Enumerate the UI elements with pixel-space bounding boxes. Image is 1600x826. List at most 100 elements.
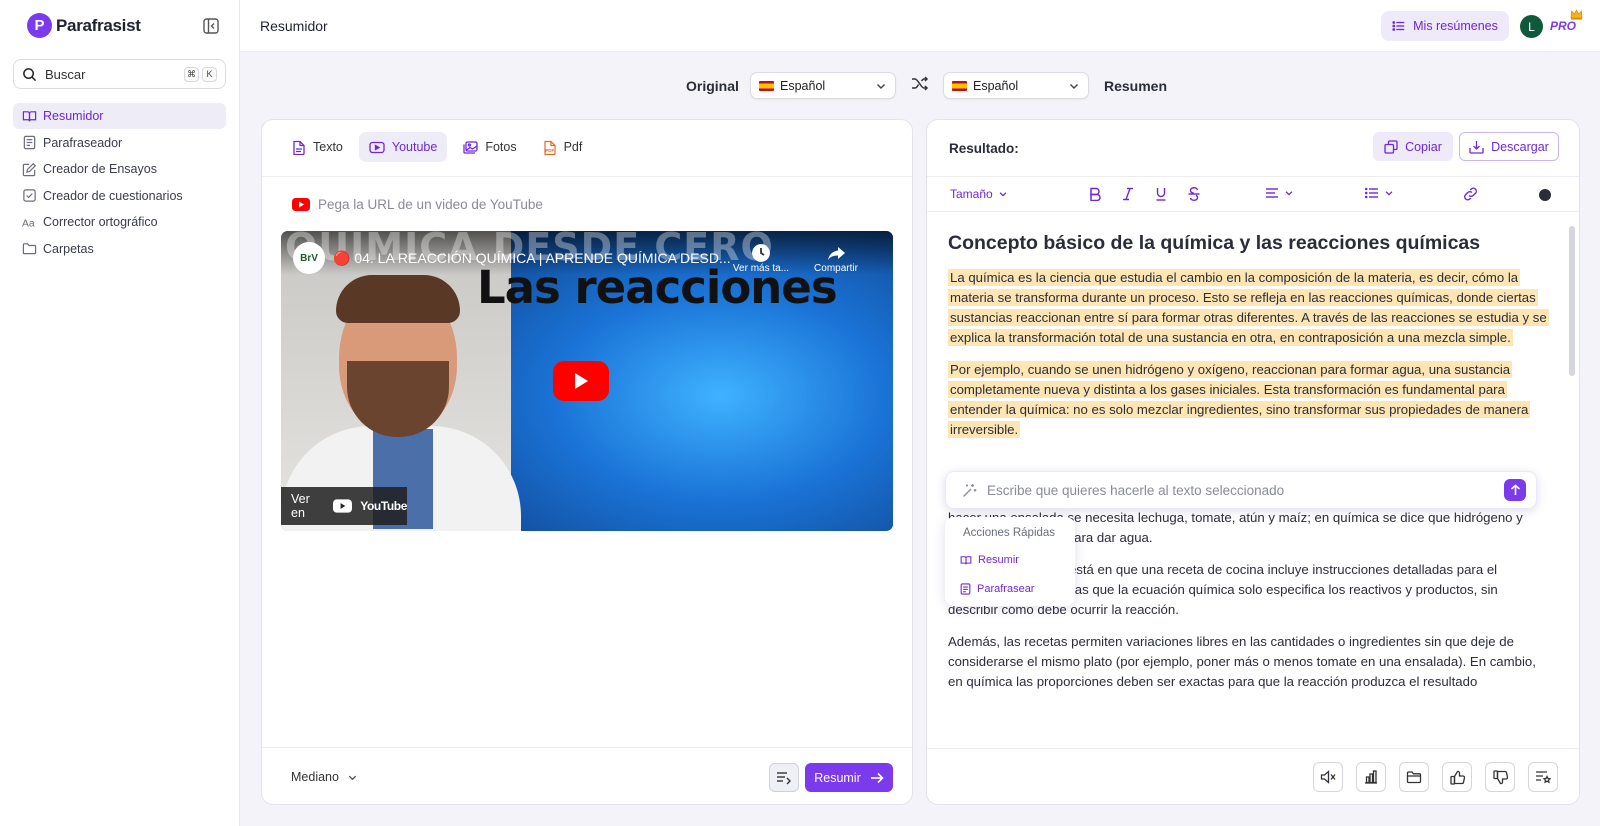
- italic-button[interactable]: [1122, 187, 1134, 201]
- watch-on-youtube-button[interactable]: Ver en YouTube: [281, 487, 407, 525]
- tab-label: Pdf: [563, 140, 583, 154]
- sidebar-item-label: Creador de cuestionarios: [43, 188, 183, 203]
- youtube-wordmark: YouTube: [360, 499, 407, 513]
- scrollbar-thumb[interactable]: [1569, 226, 1575, 376]
- summary-content[interactable]: Concepto básico de la química y las reac…: [948, 230, 1549, 704]
- swap-languages-icon[interactable]: [911, 75, 929, 92]
- logo[interactable]: P Parafrasist: [27, 13, 141, 38]
- sidebar-item-creador-cuestionarios[interactable]: Creador de cuestionarios: [13, 183, 226, 209]
- chevron-down-icon: [1070, 83, 1078, 89]
- share-label: Compartir: [814, 263, 858, 274]
- quick-action-summarize[interactable]: Resumir: [945, 552, 1075, 568]
- sidebar-item-resumidor[interactable]: Resumidor: [13, 103, 226, 129]
- copy-button[interactable]: Copiar: [1373, 132, 1453, 161]
- thumbs-down-button[interactable]: [1485, 762, 1515, 792]
- sidebar-item-label: Carpetas: [43, 241, 94, 256]
- file-text-icon: [293, 140, 305, 155]
- avatar[interactable]: L: [1520, 15, 1543, 38]
- share-button[interactable]: Compartir: [806, 243, 866, 274]
- chevron-down-icon: [1285, 191, 1293, 196]
- sidebar-item-label: Corrector ortográfico: [43, 215, 158, 230]
- summarize-label: Resumir: [814, 770, 861, 785]
- result-label: Resultado:: [949, 141, 1019, 156]
- tab-pdf[interactable]: PDF Pdf: [533, 132, 593, 162]
- stats-button[interactable]: [1356, 762, 1386, 792]
- my-summaries-label: Mis resúmenes: [1413, 19, 1498, 33]
- summary-size-value: Mediano: [291, 770, 339, 784]
- summarize-button[interactable]: Resumir: [805, 763, 893, 792]
- tab-youtube[interactable]: Youtube: [358, 132, 448, 162]
- play-button[interactable]: [553, 361, 609, 401]
- target-language-value: Español: [973, 78, 1019, 93]
- list-icon: [1365, 187, 1378, 199]
- strikethrough-icon: [1188, 187, 1200, 201]
- youtube-logo-icon: [333, 499, 353, 513]
- rate-button[interactable]: [1528, 762, 1558, 792]
- quick-action-paraphrase[interactable]: Parafrasear: [945, 581, 1075, 597]
- summary-size-select[interactable]: Mediano: [291, 770, 358, 784]
- source-language-value: Español: [780, 78, 826, 93]
- link-button[interactable]: [1463, 187, 1478, 201]
- book-open-icon: [960, 555, 972, 564]
- font-size-select[interactable]: Tamaño: [950, 187, 1008, 201]
- watch-later-button[interactable]: Ver más ta...: [731, 243, 791, 274]
- underline-button[interactable]: [1155, 187, 1167, 201]
- bold-button[interactable]: [1089, 187, 1101, 201]
- list-star-icon: [1536, 771, 1551, 784]
- underline-icon: [1156, 188, 1166, 201]
- text-color-picker[interactable]: [1539, 189, 1551, 201]
- ai-edit-input[interactable]: Escribe que quieres hacerle al texto sel…: [945, 471, 1537, 509]
- list-select[interactable]: [1365, 187, 1394, 199]
- copy-label: Copiar: [1405, 139, 1442, 154]
- thumbs-down-icon: [1492, 769, 1508, 784]
- chevron-down-icon: [877, 83, 885, 89]
- save-to-folder-button[interactable]: [1399, 762, 1429, 792]
- search-input[interactable]: Buscar ⌘ K: [13, 59, 226, 89]
- youtube-url-input[interactable]: Pega la URL de un video de YouTube: [292, 197, 543, 212]
- channel-avatar[interactable]: BrV: [293, 242, 325, 274]
- sidebar-item-carpetas[interactable]: Carpetas: [13, 236, 226, 262]
- arrow-right-icon: [870, 772, 884, 783]
- logo-icon: P: [27, 13, 52, 38]
- video-person-hair: [336, 275, 460, 323]
- summary-label: Resumen: [1104, 78, 1168, 94]
- tab-fotos[interactable]: Fotos: [453, 132, 526, 162]
- youtube-logo-icon: [292, 198, 310, 211]
- ai-edit-placeholder: Escribe que quieres hacerle al texto sel…: [987, 482, 1285, 498]
- highlighted-text: La química es la ciencia que estudia el …: [948, 269, 1549, 346]
- mute-button[interactable]: [1313, 762, 1343, 792]
- sidebar-item-parafraseador[interactable]: Parafraseador: [13, 130, 226, 156]
- align-select[interactable]: [1265, 187, 1294, 199]
- tab-label: Fotos: [485, 140, 517, 154]
- my-summaries-button[interactable]: Mis resúmenes: [1381, 11, 1509, 41]
- image-icon: [463, 140, 478, 154]
- youtube-video-embed[interactable]: QUIMICA DESDE CERO Las reacciones BrV 🔴 …: [281, 231, 893, 531]
- edit-icon: [22, 162, 37, 176]
- crown-icon: [1570, 9, 1583, 20]
- tab-texto[interactable]: Texto: [282, 132, 353, 162]
- summary-heading: Concepto básico de la química y las reac…: [948, 232, 1481, 254]
- download-label: Descargar: [1491, 139, 1549, 154]
- sidebar-collapse-icon[interactable]: [202, 17, 220, 35]
- download-button[interactable]: Descargar: [1459, 132, 1559, 161]
- sidebar-item-corrector[interactable]: Aa Corrector ortográfico: [13, 209, 226, 235]
- video-title[interactable]: 🔴 04. LA REACCIÓN QUÍMICA | APRENDE QUÍM…: [333, 250, 731, 267]
- summary-options-button[interactable]: [769, 763, 799, 792]
- sidebar: P Parafrasist Buscar ⌘ K Resumidor Paraf…: [0, 0, 240, 826]
- thumbs-up-button[interactable]: [1442, 762, 1472, 792]
- quick-action-label: Parafrasear: [977, 583, 1035, 595]
- input-footer: Mediano Resumir: [262, 748, 912, 804]
- send-button[interactable]: [1504, 479, 1526, 501]
- strikethrough-button[interactable]: [1188, 187, 1200, 201]
- checkbox-icon: [23, 189, 36, 203]
- tab-label: Youtube: [391, 140, 438, 154]
- watch-on-label: Ver en: [291, 492, 310, 520]
- page-title: Resumidor: [260, 18, 328, 34]
- watch-later-label: Ver más ta...: [732, 263, 790, 274]
- thumbs-up-icon: [1449, 770, 1465, 785]
- sidebar-item-creador-ensayos[interactable]: Creador de Ensayos: [13, 156, 226, 182]
- source-language-select[interactable]: Español: [750, 72, 896, 99]
- target-language-select[interactable]: Español: [943, 72, 1089, 99]
- app-name: Parafrasist: [56, 15, 141, 35]
- shortcut-key-cmd: ⌘: [184, 66, 199, 82]
